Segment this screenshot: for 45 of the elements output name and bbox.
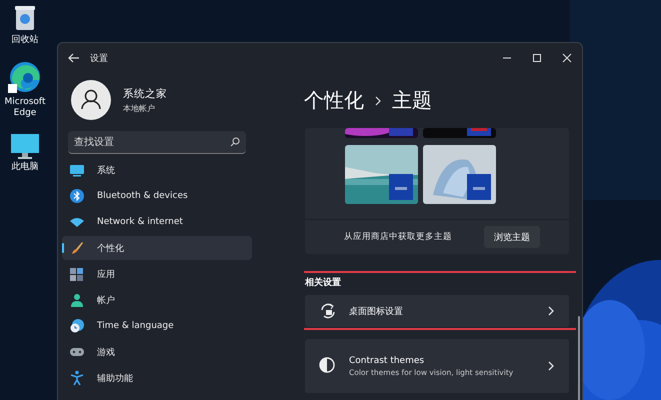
nav-item[interactable]: 系统	[62, 158, 252, 182]
store-text: 从应用商店中获取更多主题	[344, 231, 452, 243]
nav-item[interactable]: 个性化	[62, 236, 252, 260]
row-title: 桌面图标设置	[349, 306, 404, 318]
avatar-icon[interactable]	[71, 80, 111, 120]
nav-item[interactable]: 帐户	[62, 288, 252, 312]
clock-globe-icon	[69, 318, 85, 334]
apps-icon	[69, 266, 85, 282]
refresh-desktop-icon	[319, 302, 337, 320]
chevron-icon	[374, 94, 382, 106]
scrollbar[interactable]	[578, 316, 580, 400]
account-name: 系统之家	[123, 86, 167, 100]
search-icon	[230, 137, 240, 147]
section-heading: 相关设置	[305, 276, 342, 290]
desktop-icon-label[interactable]: Microsoft Edge	[2, 97, 48, 119]
nav-item[interactable]: 游戏	[62, 340, 252, 364]
breadcrumb-link[interactable]: 个性化	[304, 87, 364, 114]
chevron-icon	[547, 360, 555, 372]
recycle-bin-icon[interactable]	[12, 4, 38, 32]
chevron-icon	[547, 305, 555, 317]
monitor-icon[interactable]	[10, 133, 40, 159]
browse-themes-button[interactable]: 浏览主题	[484, 226, 540, 248]
nav-item[interactable]: Time & language	[62, 314, 252, 338]
window-title: 设置	[90, 52, 108, 64]
nav-item[interactable]: 应用	[62, 262, 252, 286]
monitor-icon	[69, 162, 85, 178]
nav-item[interactable]: Bluetooth & devices	[62, 184, 252, 208]
search-field[interactable]: 查找设置	[68, 131, 246, 154]
row-title: Contrast themes	[349, 356, 426, 366]
nav-item[interactable]: 辅助功能	[62, 366, 252, 390]
contrast-icon	[319, 357, 337, 375]
desktop-icon-label[interactable]: 此电脑	[2, 162, 48, 173]
back-icon[interactable]	[68, 53, 80, 63]
accessibility-icon	[69, 370, 85, 386]
desktop-icon-label[interactable]: 回收站	[2, 35, 48, 46]
settings-row[interactable]: 桌面图标设置	[305, 295, 569, 327]
account-type: 本地帐户	[123, 102, 156, 114]
bluetooth-icon	[69, 188, 85, 204]
maximize-icon[interactable]	[532, 53, 542, 63]
page-title: 主题	[392, 87, 432, 114]
person-icon	[69, 292, 85, 308]
browser-icon[interactable]	[8, 60, 42, 94]
close-icon[interactable]	[562, 53, 572, 63]
brush-icon	[69, 240, 85, 256]
nav-item[interactable]: Network & internet	[62, 210, 252, 234]
